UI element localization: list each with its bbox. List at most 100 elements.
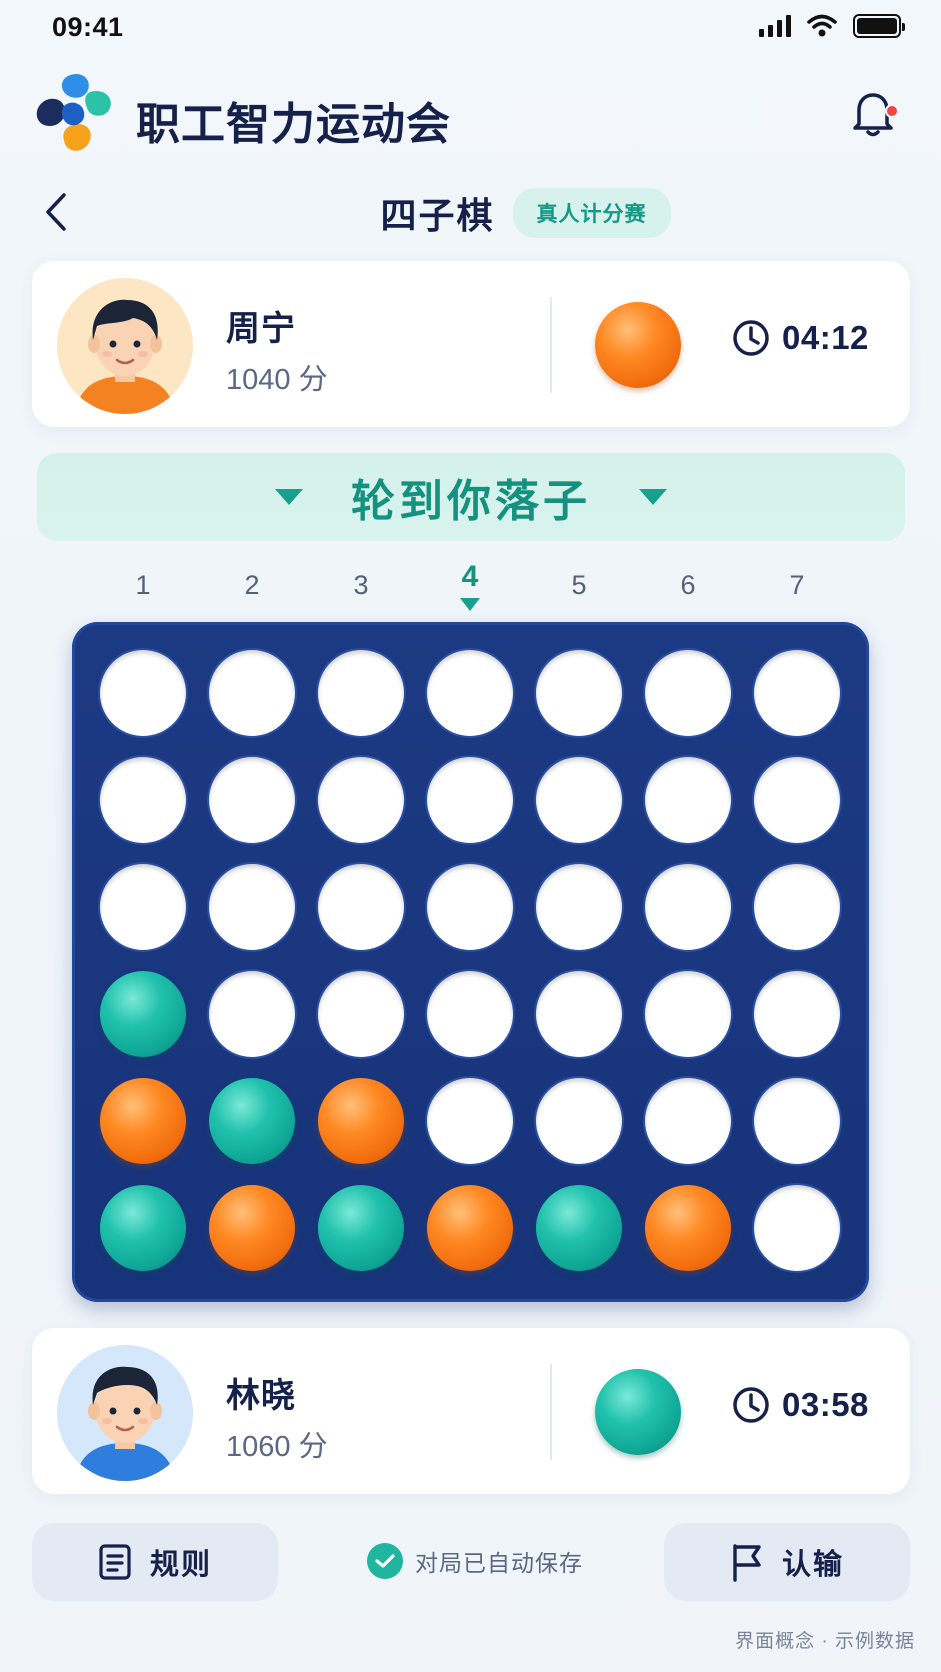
player-timer: 03:58 <box>732 1386 869 1424</box>
check-icon <box>367 1543 403 1579</box>
app-title: 职工智力运动会 <box>136 100 451 149</box>
app-logo-icon <box>36 73 111 151</box>
column-label-7[interactable]: 7 <box>767 570 827 601</box>
board-slot-empty[interactable] <box>754 1185 840 1271</box>
board-slot-empty[interactable] <box>754 757 840 843</box>
wifi-icon <box>807 14 837 37</box>
board-slot-empty[interactable] <box>427 1078 513 1164</box>
player-name: 林晓 <box>226 1377 296 1415</box>
player-avatar <box>57 1345 193 1481</box>
chevron-left-icon <box>46 193 66 231</box>
board-slot-empty[interactable] <box>318 757 404 843</box>
board-disc-orange[interactable] <box>209 1185 295 1271</box>
column-label-4[interactable]: 4 <box>440 560 500 594</box>
board-slot-empty[interactable] <box>536 971 622 1057</box>
opponent-card: 周宁 1040 分 04:12 <box>32 261 910 427</box>
board-disc-orange[interactable] <box>645 1185 731 1271</box>
board-slot-empty[interactable] <box>645 1078 731 1164</box>
card-divider <box>550 297 552 393</box>
board-slot-empty[interactable] <box>536 1078 622 1164</box>
board-slot-empty[interactable] <box>754 650 840 736</box>
board-slot-empty[interactable] <box>209 971 295 1057</box>
board-disc-orange[interactable] <box>100 1078 186 1164</box>
column-label-5[interactable]: 5 <box>549 570 609 601</box>
turn-text: 轮到你落子 <box>351 477 591 526</box>
board-slot-empty[interactable] <box>427 650 513 736</box>
board-slot-empty[interactable] <box>427 971 513 1057</box>
rules-label: 规则 <box>149 1549 212 1581</box>
status-icons <box>759 14 905 38</box>
board-slot-empty[interactable] <box>100 650 186 736</box>
notification-button[interactable] <box>851 88 899 140</box>
clock-icon <box>733 320 769 356</box>
footnote: 界面概念 · 示例数据 <box>735 1631 915 1652</box>
column-label-3[interactable]: 3 <box>331 570 391 601</box>
turn-banner: 轮到你落子 <box>37 453 905 541</box>
game-nav: 四子棋 真人计分赛 <box>0 178 941 248</box>
board-disc-teal[interactable] <box>100 971 186 1057</box>
board-slot-empty[interactable] <box>536 650 622 736</box>
board-slot-empty[interactable] <box>209 757 295 843</box>
board-disc-teal[interactable] <box>100 1185 186 1271</box>
board-slot-empty[interactable] <box>536 864 622 950</box>
app-header: 职工智力运动会 <box>34 70 907 160</box>
opponent-timer: 04:12 <box>732 319 869 357</box>
player-disc <box>595 1369 681 1455</box>
board-slot-empty[interactable] <box>754 1078 840 1164</box>
board-disc-orange[interactable] <box>427 1185 513 1271</box>
opponent-score: 1040 分 <box>226 364 328 396</box>
board-disc-teal[interactable] <box>536 1185 622 1271</box>
board-slot-empty[interactable] <box>427 757 513 843</box>
opponent-disc <box>595 302 681 388</box>
game-title: 四子棋 <box>380 195 495 236</box>
arrow-down-icon <box>639 489 667 505</box>
board-slot-empty[interactable] <box>645 650 731 736</box>
board-slot-empty[interactable] <box>100 864 186 950</box>
opponent-avatar <box>57 278 193 414</box>
flag-icon <box>733 1544 761 1582</box>
board-slot-empty[interactable] <box>645 864 731 950</box>
board-slot-empty[interactable] <box>536 757 622 843</box>
battery-icon <box>853 14 905 38</box>
board-slot-empty[interactable] <box>645 757 731 843</box>
board-slot-empty[interactable] <box>318 650 404 736</box>
board-slot-empty[interactable] <box>754 864 840 950</box>
clock-icon <box>733 1387 769 1423</box>
player-timer-text: 03:58 <box>782 1386 869 1423</box>
column-label-1[interactable]: 1 <box>113 570 173 601</box>
resign-label: 认输 <box>781 1549 844 1581</box>
resign-button[interactable]: 认输 <box>664 1523 910 1601</box>
column-label-6[interactable]: 6 <box>658 570 718 601</box>
arrow-down-icon <box>275 489 303 505</box>
board-slot-empty[interactable] <box>318 864 404 950</box>
column-labels: 1 2 3 4 5 6 7 <box>0 560 941 620</box>
column-label-2[interactable]: 2 <box>222 570 282 601</box>
board-slot-empty[interactable] <box>209 864 295 950</box>
board-slot-empty[interactable] <box>209 650 295 736</box>
status-bar: 09:41 <box>0 0 941 56</box>
board-slot-empty[interactable] <box>318 971 404 1057</box>
notification-badge <box>885 104 899 118</box>
opponent-timer-text: 04:12 <box>782 319 869 356</box>
signal-icon <box>759 15 791 37</box>
rules-button[interactable]: 规则 <box>32 1523 278 1601</box>
mode-badge: 真人计分赛 <box>512 188 671 238</box>
board-disc-orange[interactable] <box>318 1078 404 1164</box>
board-slot-empty[interactable] <box>754 971 840 1057</box>
card-divider <box>550 1364 552 1460</box>
player-score: 1060 分 <box>226 1431 328 1463</box>
opponent-name: 周宁 <box>226 310 296 348</box>
player-card: 林晓 1060 分 03:58 <box>32 1328 910 1494</box>
column-pointer-icon <box>460 598 480 611</box>
board-slot-empty[interactable] <box>100 757 186 843</box>
board-slot-empty[interactable] <box>427 864 513 950</box>
game-board[interactable] <box>72 622 869 1302</box>
save-status: 对局已自动保存 <box>367 1543 583 1579</box>
board-disc-teal[interactable] <box>209 1078 295 1164</box>
status-time: 09:41 <box>52 12 124 42</box>
back-button[interactable] <box>36 190 76 234</box>
board-disc-teal[interactable] <box>318 1185 404 1271</box>
board-slot-empty[interactable] <box>645 971 731 1057</box>
document-icon <box>99 1544 131 1580</box>
save-status-text: 对局已自动保存 <box>415 1550 583 1576</box>
